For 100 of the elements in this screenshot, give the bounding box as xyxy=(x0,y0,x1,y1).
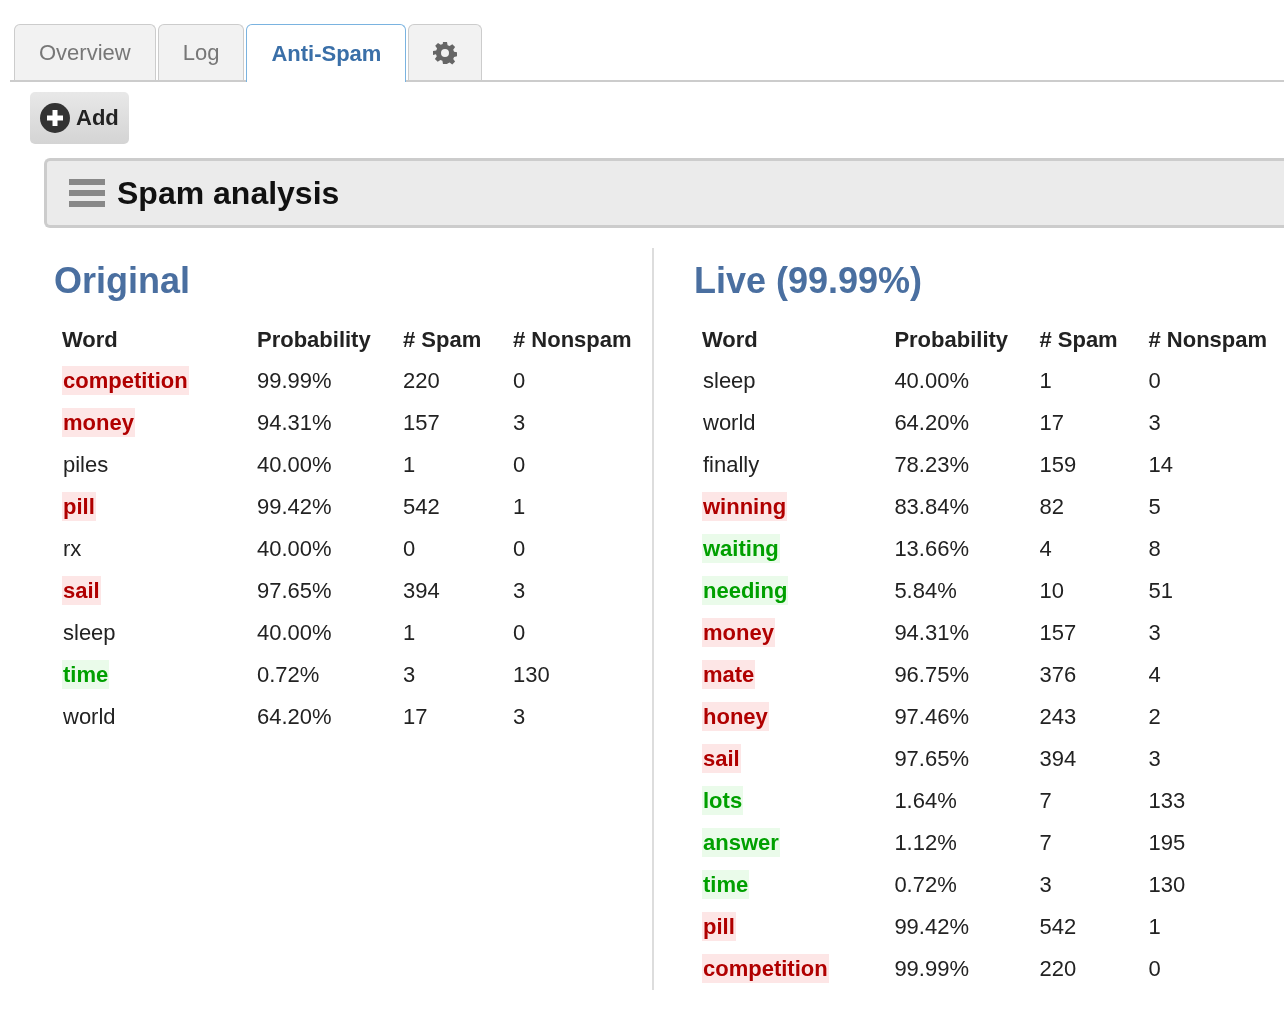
table-cell-text: 97.65% xyxy=(256,577,333,605)
table-cell-text: 1 xyxy=(512,493,527,521)
table-cell-text: 1 xyxy=(1147,913,1162,941)
word-label: lots xyxy=(702,786,744,815)
section-title: Original xyxy=(54,260,191,302)
word-label: money xyxy=(702,618,775,647)
column-header: # Spam xyxy=(1038,326,1119,354)
word-label: waiting xyxy=(702,534,780,563)
table-cell-text: 51 xyxy=(1147,577,1174,605)
table-cell-text: 10 xyxy=(1038,577,1065,605)
word-label: finally xyxy=(702,451,761,479)
word-label: honey xyxy=(702,702,769,731)
table-cell-text: 3 xyxy=(512,409,527,437)
table-cell-text: 133 xyxy=(1147,787,1187,815)
table-cell-text: 1 xyxy=(1038,367,1053,395)
table-cell-text: 97.65% xyxy=(893,745,970,773)
add-button[interactable]: Add xyxy=(30,92,129,144)
table-cell-text: 99.99% xyxy=(256,367,333,395)
table-cell-text: 96.75% xyxy=(893,661,970,689)
table-cell-text: 83.84% xyxy=(893,493,970,521)
table-cell-text: 3 xyxy=(512,703,527,731)
settings-tab[interactable] xyxy=(408,24,483,80)
table-cell-text: 159 xyxy=(1038,451,1078,479)
table-cell-text: 3 xyxy=(1147,409,1162,437)
table-cell-text: 64.20% xyxy=(256,703,333,731)
table-cell-text: 130 xyxy=(1147,871,1187,899)
column-header: # Spam xyxy=(402,326,483,354)
table-cell-text: 99.42% xyxy=(256,493,333,521)
column-header: Word xyxy=(701,326,759,354)
table-cell-text: 82 xyxy=(1038,493,1065,521)
table-cell-text: 157 xyxy=(402,409,441,437)
table-cell-text: 220 xyxy=(402,367,441,395)
table-cell-text: 3 xyxy=(512,577,527,605)
section-title: Live (99.99%) xyxy=(694,260,923,302)
table-cell-text: 130 xyxy=(512,661,551,689)
word-label: needing xyxy=(702,576,789,605)
table-cell-text: 99.42% xyxy=(893,913,970,941)
table-cell-text: 97.46% xyxy=(893,703,970,731)
table-cell-text: 0.72% xyxy=(893,871,958,899)
table-cell-text: 0 xyxy=(512,535,527,563)
table-cell-text: 4 xyxy=(1147,661,1162,689)
table-cell-text: 243 xyxy=(1038,703,1078,731)
column-header: Word xyxy=(61,326,119,354)
table-cell-text: 376 xyxy=(1038,661,1078,689)
word-label: money xyxy=(62,408,135,437)
word-label: competition xyxy=(62,366,189,395)
table-cell-text: 78.23% xyxy=(893,451,970,479)
table-cell-text: 40.00% xyxy=(256,619,333,647)
word-label: time xyxy=(62,660,110,689)
table-cell-text: 195 xyxy=(1147,829,1187,857)
table-cell-text: 0 xyxy=(1147,955,1162,983)
table-cell-text: 7 xyxy=(1038,787,1053,815)
table-cell-text: 3 xyxy=(1147,619,1162,647)
table-cell-text: 2 xyxy=(1147,703,1162,731)
column-header: Probability xyxy=(893,326,1010,354)
table-cell-text: 13.66% xyxy=(893,535,970,563)
table-cell-text: 3 xyxy=(1038,871,1053,899)
word-label: time xyxy=(702,870,750,899)
table-cell-text: 1 xyxy=(402,451,417,479)
tab[interactable]: Log xyxy=(157,24,245,80)
word-label: answer xyxy=(702,828,780,857)
table-cell-text: 5 xyxy=(1147,493,1162,521)
table-cell-text: 542 xyxy=(1038,913,1078,941)
tab[interactable]: Overview xyxy=(14,24,156,80)
table-cell-text: 394 xyxy=(1038,745,1078,773)
word-label: rx xyxy=(62,535,83,563)
word-label: sleep xyxy=(62,619,117,647)
word-label: piles xyxy=(62,451,110,479)
tab[interactable]: Anti-Spam xyxy=(246,24,407,82)
table-cell-text: 0 xyxy=(512,451,527,479)
word-label: sail xyxy=(62,576,101,605)
table-cell-text: 4 xyxy=(1038,535,1053,563)
table-cell-text: 0 xyxy=(1147,367,1162,395)
menu-icon xyxy=(69,179,105,207)
column-header: # Nonspam xyxy=(1147,326,1269,354)
table-cell-text: 157 xyxy=(1038,619,1078,647)
table-cell-text: 1.12% xyxy=(893,829,958,857)
table-cell-text: 0.72% xyxy=(256,661,321,689)
table-cell-text: 94.31% xyxy=(893,619,970,647)
word-label: competition xyxy=(702,954,829,983)
table-cell-text: 3 xyxy=(402,661,417,689)
word-label: pill xyxy=(62,492,96,521)
table-cell-text: 220 xyxy=(1038,955,1078,983)
table-cell-text: 99.99% xyxy=(893,955,970,983)
table-cell-text: 17 xyxy=(1038,409,1065,437)
column-header: # Nonspam xyxy=(512,326,633,354)
table-cell-text: 40.00% xyxy=(893,367,970,395)
table-cell-text: 64.20% xyxy=(893,409,970,437)
table-cell-text: 17 xyxy=(402,703,429,731)
table-cell-text: 40.00% xyxy=(256,535,333,563)
table-cell-text: 1 xyxy=(402,619,417,647)
column-header: Probability xyxy=(256,326,372,354)
table-cell-text: 394 xyxy=(402,577,441,605)
table-cell-text: 3 xyxy=(1147,745,1162,773)
table-cell-text: 0 xyxy=(512,619,527,647)
plus-circle-icon xyxy=(40,103,70,133)
gear-icon xyxy=(433,40,458,65)
word-label: pill xyxy=(702,912,736,941)
table-cell-text: 1.64% xyxy=(893,787,958,815)
table-cell-text: 5.84% xyxy=(893,577,958,605)
